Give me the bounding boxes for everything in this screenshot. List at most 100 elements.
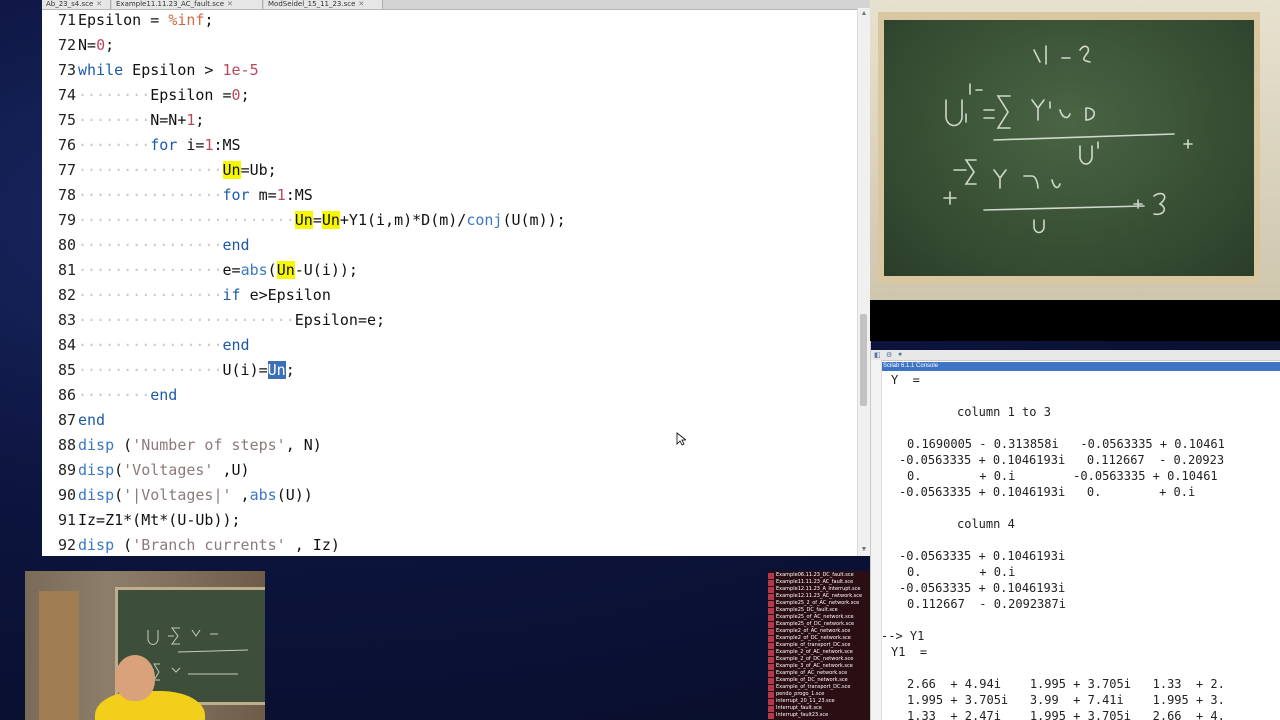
code-line[interactable]: 87 end — [42, 408, 858, 433]
code-text[interactable]: ························Epsilon=e; — [78, 308, 385, 333]
line-number: 84 — [57, 336, 76, 354]
code-line[interactable]: 73 while Epsilon > 1e-5 — [42, 58, 858, 83]
close-icon[interactable]: ✕ — [358, 0, 364, 8]
code-token: ; — [195, 111, 205, 129]
file-item[interactable]: Example25_2_of_AC_network.sce — [776, 600, 859, 607]
code-token: conj — [466, 211, 503, 229]
code-text[interactable]: Iz=Z1*(Mt*(U-Ub)); — [78, 508, 241, 533]
scrollbar-thumb[interactable] — [860, 314, 867, 406]
code-line[interactable]: 72 N=0; — [42, 33, 858, 58]
file-item[interactable]: Example_3_of_AC_network.sce — [776, 663, 853, 670]
file-item[interactable]: Interrupt_fault.sce — [776, 705, 822, 712]
file-browser-list[interactable]: Example06.11.23_DC_fault.sce Example11.11… — [768, 571, 870, 720]
file-item[interactable]: Example12.11.23_AC_network.sce — [776, 593, 862, 600]
code-area[interactable]: 71 Epsilon = %inf; 72 N=0; 73 while Epsilon >… — [42, 8, 858, 556]
code-line[interactable]: 84 ················end — [42, 333, 858, 358]
code-line[interactable]: 83 ························Epsilon=e; — [42, 308, 858, 333]
file-item[interactable]: Example_of_AC_network.sce — [776, 670, 847, 677]
file-item[interactable]: Example_2_of_DC_network.sce — [776, 656, 853, 663]
console-undock-icon[interactable]: ◧ — [874, 351, 881, 359]
code-text[interactable]: N=0; — [78, 33, 114, 58]
code-line[interactable]: 85 ················U(i)=Un; — [42, 358, 858, 383]
console-settings-icon[interactable]: ⚙ — [886, 351, 892, 359]
file-icon — [768, 678, 774, 684]
code-token: ( — [114, 436, 133, 454]
file-icon — [768, 643, 774, 649]
close-icon[interactable]: ✕ — [96, 0, 102, 8]
code-line[interactable]: 86 ········end — [42, 383, 858, 408]
editor-scrollbar[interactable]: ▲ ▼ — [857, 8, 870, 556]
console-output[interactable]: Y = column 1 to 3 0.1690005 - 0.313858i -0… — [881, 372, 1275, 720]
code-line[interactable]: 71 Epsilon = %inf; — [42, 8, 858, 33]
file-item[interactable]: Example12.11.23_A_Interrupt.sce — [776, 586, 860, 593]
file-item[interactable]: Example_2_of_AC_network.sce — [776, 649, 853, 656]
code-token: -U(i)); — [294, 261, 358, 279]
code-line[interactable]: 88 disp ('Number of steps', N) — [42, 433, 858, 458]
code-token: Un — [321, 211, 340, 229]
scroll-up-icon[interactable]: ▲ — [859, 10, 869, 18]
file-item[interactable]: Example11.11.23_AC_fault.sce — [776, 579, 853, 586]
code-text[interactable]: ················U(i)=Un; — [78, 358, 295, 383]
file-item[interactable]: interrupt_20_11_23.sce — [776, 698, 835, 705]
code-line[interactable]: 76 ········for i=1:MS — [42, 133, 858, 158]
console-help-icon[interactable]: ● — [898, 351, 902, 358]
line-number: 89 — [57, 461, 76, 479]
close-icon[interactable]: ✕ — [227, 0, 233, 8]
file-item[interactable]: Example25_of_AC_network.sce — [776, 614, 854, 621]
scroll-down-icon[interactable]: ▼ — [859, 546, 869, 554]
code-text[interactable]: ········for i=1:MS — [78, 133, 241, 158]
file-item[interactable]: Example2_of_AC_network.sce — [776, 628, 850, 635]
code-line[interactable]: 80 ················end — [42, 233, 858, 258]
code-text[interactable]: ················Un=Ub; — [78, 158, 277, 183]
code-token: ( — [114, 536, 133, 554]
code-token: ; — [240, 86, 250, 104]
code-text[interactable]: ········end — [78, 383, 177, 408]
code-text[interactable]: Epsilon = %inf; — [78, 8, 213, 33]
code-text[interactable]: disp('Voltages' ,U) — [78, 458, 250, 483]
file-item[interactable]: Example2_of_DC_network.sce — [776, 635, 851, 642]
code-text[interactable]: disp ('Number of steps', N) — [78, 433, 322, 458]
file-item[interactable]: Example_of_transport_DC.sce — [776, 684, 850, 691]
code-line[interactable]: 77 ················Un=Ub; — [42, 158, 858, 183]
code-line[interactable]: 91 Iz=Z1*(Mt*(U-Ub)); — [42, 508, 858, 533]
code-text[interactable]: disp('|Voltages|' ,abs(U)) — [78, 483, 313, 508]
indent-guide: ········ — [78, 86, 151, 104]
code-token: Iz=Z1*(Mt*(U-Ub)); — [78, 511, 241, 529]
code-text[interactable]: ························Un=Un+Y1(i,m)*D(… — [78, 208, 566, 233]
code-text[interactable]: ················for m=1:MS — [78, 183, 313, 208]
code-token: disp — [78, 536, 115, 554]
code-token: (U(m)); — [502, 211, 566, 229]
file-item[interactable]: Example_of_transport_DC.sce — [776, 642, 850, 649]
file-item[interactable]: Example_of_DC_network.sce — [776, 677, 848, 684]
console-line: column 4 — [957, 517, 1015, 531]
code-line[interactable]: 89 disp('Voltages' ,U) — [42, 458, 858, 483]
code-text[interactable]: disp ('Branch currents' , Iz) — [78, 533, 340, 556]
file-item[interactable]: Example25_of_DC_network.sce — [776, 621, 854, 628]
code-line[interactable]: 82 ················if e>Epsilon — [42, 283, 858, 308]
code-token: Un — [267, 361, 286, 379]
code-text[interactable]: ················end — [78, 333, 250, 358]
code-text[interactable]: ········Epsilon =0; — [78, 83, 250, 108]
code-text[interactable]: while Epsilon > 1e-5 — [78, 58, 259, 83]
code-line[interactable]: 74 ········Epsilon =0; — [42, 83, 858, 108]
code-text[interactable]: end — [78, 408, 105, 433]
code-text[interactable]: ················end — [78, 233, 250, 258]
code-text[interactable]: ················e=abs(Un-U(i)); — [78, 258, 358, 283]
file-item[interactable]: Interrupt_fault23.sce — [776, 712, 828, 719]
code-line[interactable]: 92 disp ('Branch currents' , Iz) — [42, 533, 858, 556]
code-line[interactable]: 90 disp('|Voltages|' ,abs(U)) — [42, 483, 858, 508]
code-text[interactable]: ················if e>Epsilon — [78, 283, 331, 308]
code-editor[interactable]: Ab_23_s4.sce ✕ Example11.11.23_AC_fault.s… — [42, 0, 871, 556]
scilab-console[interactable]: ◧ ⚙ ● Scilab 6.1.1 Console Y = column 1 t… — [870, 350, 1280, 720]
code-line[interactable]: 75 ········N=N+1; — [42, 108, 858, 133]
file-item[interactable]: pendo_progo_1.sce — [776, 691, 824, 698]
code-text[interactable]: ········N=N+1; — [78, 108, 204, 133]
file-icon — [768, 657, 774, 663]
code-line[interactable]: 81 ················e=abs(Un-U(i)); — [42, 258, 858, 283]
file-item[interactable]: Example06.11.23_DC_fault.sce — [776, 572, 854, 579]
code-line[interactable]: 78 ················for m=1:MS — [42, 183, 858, 208]
console-line: -0.0563335 + 0.1046193i 0. + 0.i — [899, 485, 1196, 499]
file-icon — [768, 713, 774, 719]
file-item[interactable]: Example25_DC_fault.sce — [776, 607, 838, 614]
code-line[interactable]: 79 ························Un=Un+Y1(i,m)*… — [42, 208, 858, 233]
